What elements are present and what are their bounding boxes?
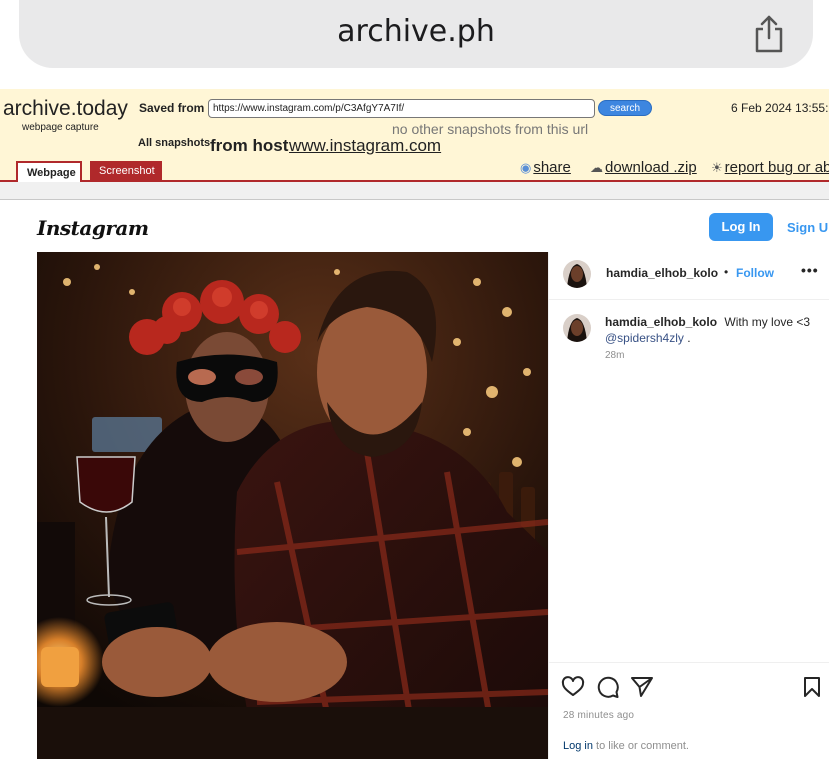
comment-icon[interactable] (596, 675, 620, 699)
separator-dot: • (724, 265, 729, 279)
post-side-panel: hamdia_elhob_kolo • Follow ••• hamdia_el… (548, 252, 829, 759)
avatar[interactable] (563, 260, 591, 288)
archive-header: archive.today webpage capture Saved from… (0, 89, 829, 184)
address-bar[interactable]: archive.ph (19, 0, 813, 68)
post-image[interactable] (37, 252, 548, 759)
heart-icon[interactable] (561, 675, 585, 699)
caption-username[interactable]: hamdia_elhob_kolo (605, 315, 717, 329)
share-icon[interactable] (753, 14, 785, 54)
bug-icon: ☀ (711, 160, 723, 175)
caption-time: 28m (605, 350, 625, 361)
tab-screenshot[interactable]: Screenshot (90, 161, 162, 182)
login-button[interactable]: Log In (709, 213, 773, 241)
address-bar-url[interactable]: archive.ph (19, 14, 813, 49)
divider-strip (0, 182, 829, 200)
archive-logo[interactable]: archive.today (3, 97, 128, 121)
all-snapshots-label: All snapshots (138, 137, 211, 149)
browser-top-bar: archive.ph (0, 0, 829, 86)
saved-url-field[interactable]: https://www.instagram.com/p/C3AfgY7A7If/ (208, 99, 595, 118)
caption-text: hamdia_elhob_kolo With my love <3 @spide… (605, 314, 820, 346)
more-options-icon[interactable]: ••• (801, 262, 819, 278)
host-link[interactable]: www.instagram.com (289, 136, 441, 156)
report-bug-label: report bug or ab (724, 159, 829, 176)
search-button[interactable]: search (598, 100, 652, 116)
report-bug-link[interactable]: ☀ report bug or ab (711, 159, 829, 176)
caption-end: . (687, 331, 691, 345)
post-username[interactable]: hamdia_elhob_kolo (606, 266, 718, 280)
follow-button[interactable]: Follow (736, 266, 774, 280)
login-link[interactable]: Log in (563, 740, 593, 752)
share-link-label: share (533, 159, 571, 176)
cloud-download-icon: ☁ (590, 160, 603, 175)
tab-webpage[interactable]: Webpage (16, 161, 82, 184)
bookmark-icon[interactable] (800, 675, 824, 699)
download-zip-link[interactable]: ☁ download .zip (590, 159, 697, 176)
share-circle-icon: ◉ (520, 160, 532, 175)
post-header: hamdia_elhob_kolo • Follow ••• (549, 252, 829, 300)
post-actions: 28 minutes ago Log in to like or comment… (549, 662, 829, 759)
login-to-comment: Log in to like or comment. (563, 740, 689, 752)
download-zip-label: download .zip (605, 159, 697, 176)
capture-date: 6 Feb 2024 13:55: (731, 101, 829, 115)
signup-link[interactable]: Sign Up (787, 220, 829, 235)
archive-logo-subtitle: webpage capture (22, 122, 99, 133)
no-other-snapshots-text: no other snapshots from this url (392, 121, 589, 137)
caption-body: With my love <3 (724, 315, 811, 329)
share-link[interactable]: ◉ share (520, 159, 571, 176)
post-time-ago: 28 minutes ago (563, 710, 635, 721)
caption-avatar[interactable] (563, 314, 591, 342)
instagram-header: Instagram Log In Sign Up (0, 201, 829, 252)
caption-mention[interactable]: @spidersh4zly (605, 331, 684, 345)
instagram-logo[interactable]: Instagram (37, 216, 149, 240)
from-host-label: from host (210, 136, 289, 155)
saved-from-label: Saved from (139, 101, 205, 115)
login-rest-text: to like or comment. (596, 740, 689, 752)
send-icon[interactable] (630, 675, 654, 699)
